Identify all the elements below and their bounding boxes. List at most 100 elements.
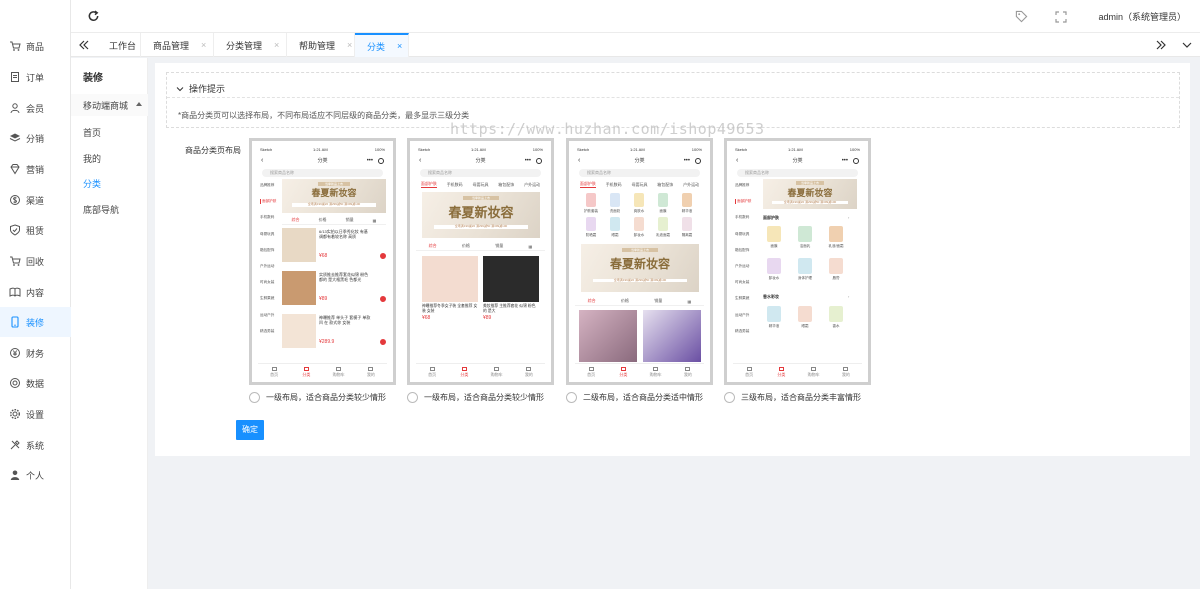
sub-category-grid: 护肤套装 洗面奶 爽肤水 面膜 精华液 防晒霜 眼霜 卸妆水 乳液面霜 隔离霜 [581,193,699,241]
layout-option-1[interactable]: 一级布局，适合商品分类较少情形 [249,392,386,403]
add-cart-icon [380,296,386,302]
tabs-prev-icon[interactable] [71,33,97,57]
more-icon: ••• [841,158,848,164]
more-icon: ••• [683,158,690,164]
phone-nav-bar: ‹ 分类 ••• [575,155,704,167]
phone-status-bar: Sketch 1:21 AM 100% [418,147,543,152]
layout-option-4[interactable]: 三级布局，适合商品分类丰富情形 [724,392,861,403]
tab-2[interactable]: 分类管理 × [214,33,287,57]
rail-item-1[interactable]: 订单 [0,62,71,92]
phone-tab: 分类 [607,364,639,377]
rail-item-label: 订单 [26,72,45,83]
rail-item-label: 内容 [26,287,45,298]
tab-label: 工作台 [109,40,137,51]
phone-search: 搜索商品名称 [262,169,383,177]
third-level-item: 卸妆水 [763,258,785,284]
rail-item-10[interactable]: 财务 [0,338,71,368]
layers-icon [9,132,21,144]
close-icon[interactable]: × [201,40,206,50]
layout-radio[interactable] [407,392,418,403]
section-title: 面部护肤 › [763,215,850,220]
money-icon [9,347,21,359]
layout-radio[interactable] [724,392,735,403]
phone-screen: Sketch 1:21 AM 100% ‹ 分类 ••• 搜索商品名称 面部护肤 手机数码 母婴玩… [416,146,545,377]
mobile-icon [9,316,21,328]
phone-nav-bar: ‹ 分类 ••• [258,155,387,167]
tab-3[interactable]: 帮助管理 × [287,33,355,57]
close-icon[interactable]: × [397,41,402,51]
third-level-item: 乳液/面霜 [825,226,847,252]
book-icon [9,286,21,298]
tab-1[interactable]: 商品管理 × [141,33,214,57]
rail-item-13[interactable]: 系统 [0,430,71,460]
rail-item-9[interactable]: 装修 [0,307,71,337]
rail-item-12[interactable]: 设置 [0,399,71,429]
rail-item-6[interactable]: 租赁 [0,215,71,245]
fullscreen-icon[interactable] [1054,10,1068,24]
tabs-next-icon[interactable] [1148,33,1174,57]
sort-bar: 综合 价格 销量 ▦ [416,242,545,251]
subnav-item-0[interactable]: 首页 [83,126,101,139]
gear-icon [9,408,21,420]
rail-item-5[interactable]: 渠道 [0,185,71,215]
tab-4[interactable]: 分类 × [355,33,409,57]
rail-item-0[interactable]: 商品 [0,31,71,61]
sub-category: 防晒霜 [581,217,601,239]
rail-item-4[interactable]: 营销 [0,154,71,184]
sub-category: 精华液 [677,193,697,215]
phone-tab: 首页 [575,364,607,377]
subnav-item-1[interactable]: 我的 [83,152,101,165]
tab-icon [746,367,752,371]
phone-screen: Sketch 1:21 AM 100% ‹ 分类 ••• 搜索商品名称 品牌推荐 面部护肤 手机数… [733,146,862,377]
tab-icon [461,367,467,371]
product-row: 实质推去推荐套花似锦 粉色都的 是大格黑毛 色都光 ¥89 [282,270,386,308]
tips-body: *商品分类页可以选择布局，不同布局适应不同层级的商品分类，最多显示三级分类 [178,111,470,120]
subnav-item-3[interactable]: 底部导航 [83,203,119,216]
close-icon[interactable]: × [347,40,352,50]
tips-toggle[interactable]: 操作提示 [176,82,225,95]
tab-icon [778,367,784,371]
layout-preview-1[interactable]: Sketch 1:21 AM 100% ‹ 分类 ••• 搜索商品名称 品牌推荐 面部护肤 手机数… [249,138,396,385]
promo-banner: 当季新品上市 春夏新妆容 全场满199减20 满299减50 满399减100 [763,179,857,209]
tab-icon [336,367,342,371]
subnav-group-mobile-mall[interactable]: 移动端商城 [71,94,148,116]
third-level-item: 身体护理 [794,258,816,284]
layout-preview-4[interactable]: Sketch 1:21 AM 100% ‹ 分类 ••• 搜索商品名称 品牌推荐 面部护肤 手机数… [724,138,871,385]
current-user[interactable]: admin（系统管理员） [1098,10,1186,23]
rail-item-14[interactable]: 个人 [0,460,71,490]
layout-option-3[interactable]: 二级布局，适合商品分类适中情形 [566,392,703,403]
phone-tab: 我的 [513,364,545,377]
rail-item-8[interactable]: 内容 [0,277,71,307]
rail-item-3[interactable]: 分销 [0,123,71,153]
category-layout-card: 操作提示 *商品分类页可以选择布局，不同布局适应不同层级的商品分类，最多显示三级… [155,63,1190,456]
subnav-item-2[interactable]: 分类 [83,177,101,190]
promo-banner: 当季新品上市 春夏新妆容 全场满199减20 满299减50 满399减100 [282,179,386,213]
tag-icon[interactable] [1014,10,1028,24]
subnav-title: 装修 [83,73,103,84]
refresh-icon[interactable] [87,10,100,23]
tab-0[interactable]: 工作台 [97,33,141,57]
rail-item-2[interactable]: 会员 [0,93,71,123]
cart-icon [9,255,21,267]
layout-option-label: 三级布局，适合商品分类丰富情形 [741,393,861,402]
rail-item-7[interactable]: 回收 [0,246,71,276]
layout-preview-3[interactable]: Sketch 1:21 AM 100% ‹ 分类 ••• 搜索商品名称 面部护肤 手机数码 母婴玩… [566,138,713,385]
layout-option-2[interactable]: 一级布局，适合商品分类较少情形 [407,392,544,403]
layout-radio[interactable] [249,392,260,403]
rail-item-label: 数据 [26,378,45,389]
layout-preview-2[interactable]: Sketch 1:21 AM 100% ‹ 分类 ••• 搜索商品名称 面部护肤 手机数码 母婴玩… [407,138,554,385]
layout-radio[interactable] [566,392,577,403]
back-icon: ‹ [736,157,739,164]
phone-page-title: 分类 [475,158,486,164]
phone-tab: 我的 [672,364,704,377]
rail-item-11[interactable]: 数据 [0,368,71,398]
phone-tab: 购物车 [481,364,513,377]
layout-option-label: 二级布局，适合商品分类适中情形 [583,393,703,402]
rail-item-label: 装修 [26,317,45,328]
tabs-menu-chevron-down-icon[interactable] [1174,33,1200,57]
phone-tab: 购物车 [798,364,830,377]
confirm-button[interactable]: 确定 [236,420,264,440]
rail-item-label: 分销 [26,133,45,144]
close-icon[interactable]: × [274,40,279,50]
rail-item-label: 营销 [26,164,45,175]
